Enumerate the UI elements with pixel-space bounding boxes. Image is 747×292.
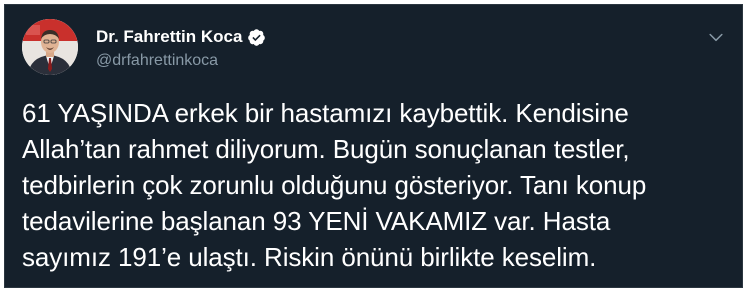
- chevron-down-icon[interactable]: [706, 27, 726, 47]
- verified-badge-icon: [247, 28, 266, 47]
- author-handle[interactable]: @drfahrettinkoca: [96, 52, 218, 70]
- avatar-photo: [22, 19, 78, 75]
- author-name[interactable]: Dr. Fahrettin Koca: [96, 27, 242, 47]
- tweet-text: 61 YAŞINDA erkek bir hastamızı kaybettik…: [22, 98, 647, 272]
- tweet-card: Dr. Fahrettin Koca @drfahrettinkoca 61 Y…: [4, 4, 743, 288]
- author-row: Dr. Fahrettin Koca: [96, 27, 266, 47]
- avatar[interactable]: [22, 19, 78, 75]
